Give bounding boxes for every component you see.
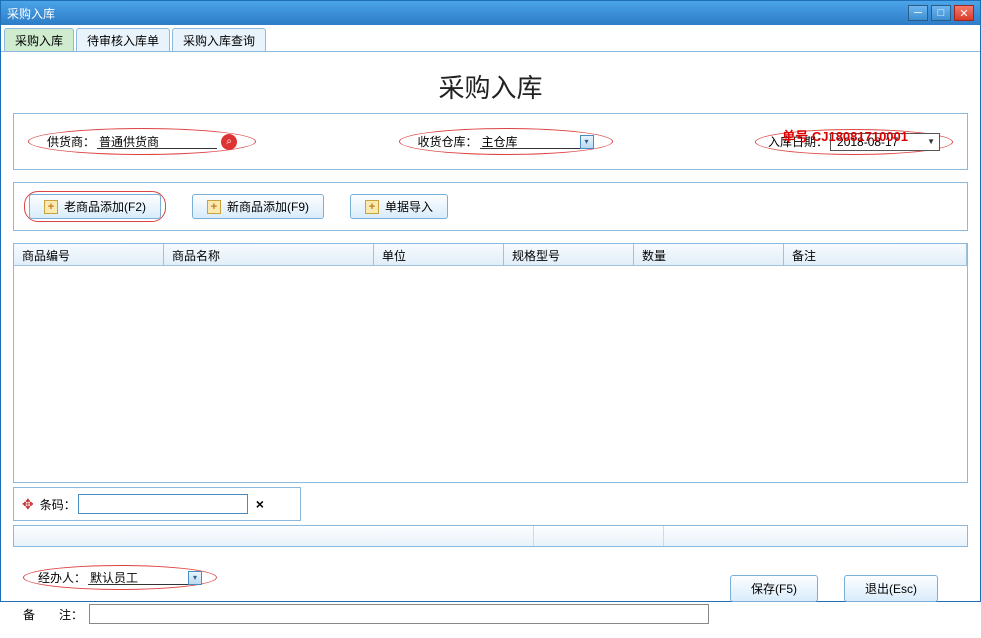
table-header: 商品编号 商品名称 单位 规格型号 数量 备注 — [14, 244, 967, 266]
plus-icon: + — [365, 200, 379, 214]
warehouse-input[interactable] — [480, 134, 580, 149]
tab-pending-audit[interactable]: 待审核入库单 — [76, 28, 170, 51]
remark-input[interactable] — [89, 604, 709, 624]
barcode-input[interactable] — [78, 494, 248, 514]
supplier-input[interactable] — [97, 134, 217, 149]
operator-dropdown-icon[interactable]: ▾ — [188, 571, 202, 585]
supplier-search-icon[interactable]: ⌕ — [221, 134, 237, 150]
barcode-label: 条码： — [40, 496, 76, 513]
remark-label: 备 注： — [23, 606, 83, 623]
import-bill-button[interactable]: + 单据导入 — [350, 194, 448, 219]
footer-strip — [13, 525, 968, 547]
col-qty[interactable]: 数量 — [634, 244, 784, 265]
operator-label: 经办人： — [38, 569, 86, 586]
move-icon[interactable]: ✥ — [22, 496, 34, 513]
col-spec[interactable]: 规格型号 — [504, 244, 634, 265]
add-new-product-button[interactable]: + 新商品添加(F9) — [192, 194, 324, 219]
toolbar: + 老商品添加(F2) + 新商品添加(F9) + 单据导入 — [13, 182, 968, 231]
operator-input[interactable] — [88, 570, 188, 585]
barcode-panel: ✥ 条码： × — [13, 487, 301, 521]
col-remark[interactable]: 备注 — [784, 244, 967, 265]
plus-icon: + — [44, 200, 58, 214]
col-product-code[interactable]: 商品编号 — [14, 244, 164, 265]
col-unit[interactable]: 单位 — [374, 244, 504, 265]
plus-icon: + — [207, 200, 221, 214]
warehouse-label: 收货仓库： — [418, 133, 478, 150]
tab-bar: 采购入库 待审核入库单 采购入库查询 — [1, 25, 980, 52]
table-body[interactable] — [14, 266, 967, 482]
minimize-button[interactable]: ─ — [908, 5, 928, 21]
maximize-button[interactable]: □ — [931, 5, 951, 21]
col-product-name[interactable]: 商品名称 — [164, 244, 374, 265]
barcode-close-icon[interactable]: × — [256, 496, 264, 512]
exit-button[interactable]: 退出(Esc) — [844, 575, 938, 602]
supplier-label: 供货商： — [47, 133, 95, 150]
warehouse-dropdown-icon[interactable]: ▾ — [580, 135, 594, 149]
page-title: 采购入库 — [13, 68, 968, 105]
tab-purchase-query[interactable]: 采购入库查询 — [172, 28, 266, 51]
order-number: 单号 CJ18081710001 — [782, 126, 908, 145]
product-table: 商品编号 商品名称 单位 规格型号 数量 备注 — [13, 243, 968, 483]
window-title: 采购入库 — [7, 5, 55, 22]
save-button[interactable]: 保存(F5) — [730, 575, 818, 602]
titlebar: 采购入库 ─ □ ✕ — [1, 1, 980, 25]
add-old-product-button[interactable]: + 老商品添加(F2) — [29, 194, 161, 219]
close-button[interactable]: ✕ — [954, 5, 974, 21]
tab-purchase-in[interactable]: 采购入库 — [4, 28, 74, 51]
date-dropdown-icon[interactable]: ▼ — [927, 137, 935, 146]
